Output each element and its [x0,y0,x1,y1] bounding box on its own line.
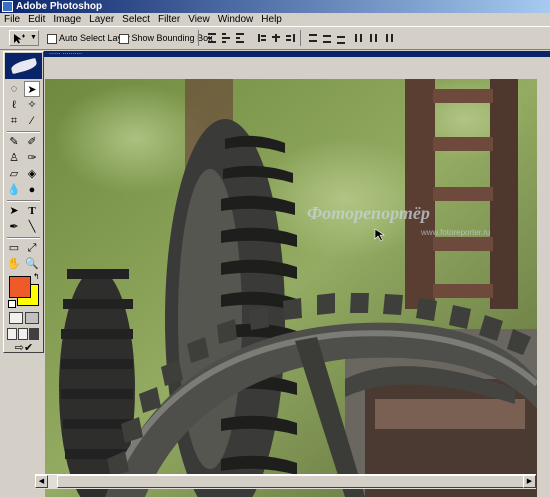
magic-wand-icon[interactable]: ✧ [24,97,40,113]
bounding-box-checkbox[interactable] [119,33,129,44]
eraser-icon[interactable]: ▱ [6,166,22,182]
photoshop-app-icon [2,1,13,12]
path-select-icon[interactable]: ➤ [6,203,22,219]
divider [7,237,40,239]
menu-layer[interactable]: Layer [85,13,118,26]
distribute-vcenter-icon[interactable] [320,31,334,45]
swap-colors-icon[interactable]: ↰ [33,272,40,281]
move-arrow-icon [14,34,25,44]
bounding-box-label: Show Bounding Box [131,33,213,43]
foreground-color-swatch[interactable] [9,276,31,298]
slice-icon[interactable]: ⁄ [24,113,40,129]
document-title-bar[interactable]: ...... .......... [35,51,550,57]
notes-icon[interactable]: ▭ [6,240,22,256]
screen-mode-menu-icon[interactable] [18,328,28,340]
watermark-url: www.fotoreporter.ru [420,228,490,237]
default-colors-icon[interactable] [8,300,16,308]
align-top-icon[interactable] [205,31,219,45]
options-bar: ▼ Auto Select Layer Show Bounding Box [0,26,550,50]
brush-icon[interactable]: ✐ [24,134,40,150]
menu-select[interactable]: Select [118,13,154,26]
scroll-thumb[interactable] [57,475,525,488]
align-left-icon[interactable] [255,31,269,45]
document-title: ...... .......... [49,51,83,56]
tool-preset-picker[interactable]: ▼ [9,30,39,46]
menu-file[interactable]: File [0,13,24,26]
type-icon[interactable]: T [24,203,40,219]
distribute-right-icon[interactable] [380,31,394,45]
menu-filter[interactable]: Filter [154,13,184,26]
distribute-hcenter-icon[interactable] [366,31,380,45]
document-window: ...... .......... Фоторепортёр www.fotor… [35,51,550,497]
dodge-icon[interactable]: ● [24,182,40,198]
watermark-text: Фоторепортёр [307,203,430,223]
align-hcenter-icon[interactable] [269,31,283,45]
divider [7,131,40,133]
feather-logo-icon [10,57,38,75]
align-right-icon[interactable] [283,31,297,45]
jump-to-imageready-icon[interactable]: ⇨✔ [8,340,40,356]
blur-icon[interactable]: 💧 [6,182,22,198]
menu-view[interactable]: View [184,13,214,26]
title-bar: Adobe Photoshop [0,0,550,13]
divider [300,30,301,46]
auto-select-layer-option[interactable]: Auto Select Layer [47,33,130,44]
divider [7,200,40,202]
screen-mode-standard-icon[interactable] [7,328,17,340]
menu-edit[interactable]: Edit [24,13,49,26]
scroll-left-button[interactable]: ◀ [35,475,48,488]
standard-mode-icon[interactable] [9,312,23,324]
chevron-down-icon: ▼ [30,34,37,41]
crop-icon[interactable]: ⌗ [6,113,22,129]
hand-icon[interactable]: ✋ [6,256,22,272]
menu-window[interactable]: Window [214,13,258,26]
align-bottom-icon[interactable] [233,31,247,45]
gradient-icon[interactable]: ◈ [24,166,40,182]
distribute-left-icon[interactable] [352,31,366,45]
horizontal-scrollbar[interactable]: ◀ ▶ [35,474,536,489]
line-icon[interactable]: ╲ [24,219,40,235]
toolbox-header [5,53,42,79]
scroll-right-button[interactable]: ▶ [523,475,536,488]
app-title: Adobe Photoshop [16,1,103,12]
zoom-icon[interactable]: 🔍 [24,256,40,272]
image-canvas[interactable]: Фоторепортёр www.fotoreporter.ru [45,79,537,497]
history-brush-icon[interactable]: ✑ [24,150,40,166]
divider [198,30,199,46]
quick-mask-icon[interactable] [25,312,39,324]
distribute-top-icon[interactable] [306,31,320,45]
menu-bar: File Edit Image Layer Select Filter View Window… [0,13,550,26]
move-icon[interactable]: ➤ [24,81,40,97]
eyedropper-icon[interactable]: ⤢ [24,240,40,256]
align-vcenter-icon[interactable] [219,31,233,45]
gear-photo: Фоторепортёр www.fotoreporter.ru [45,79,537,497]
auto-select-checkbox[interactable] [47,33,57,44]
clone-stamp-icon[interactable]: ♙ [6,150,22,166]
menu-image[interactable]: Image [49,13,85,26]
screen-mode-full-icon[interactable] [29,328,39,340]
lasso-icon[interactable]: ℓ [6,97,22,113]
pen-icon[interactable]: ✒ [6,219,22,235]
toolbox: ◌ ➤ ℓ ✧ ⌗ ⁄ ✎ ✐ ♙ ✑ ▱ ◈ 💧 ● ➤ T ✒ ╲ ▭ ⤢ … [3,51,44,356]
menu-help[interactable]: Help [257,13,286,26]
marquee-icon[interactable]: ◌ [6,81,22,97]
distribute-bottom-icon[interactable] [334,31,348,45]
healing-brush-icon[interactable]: ✎ [6,134,22,150]
